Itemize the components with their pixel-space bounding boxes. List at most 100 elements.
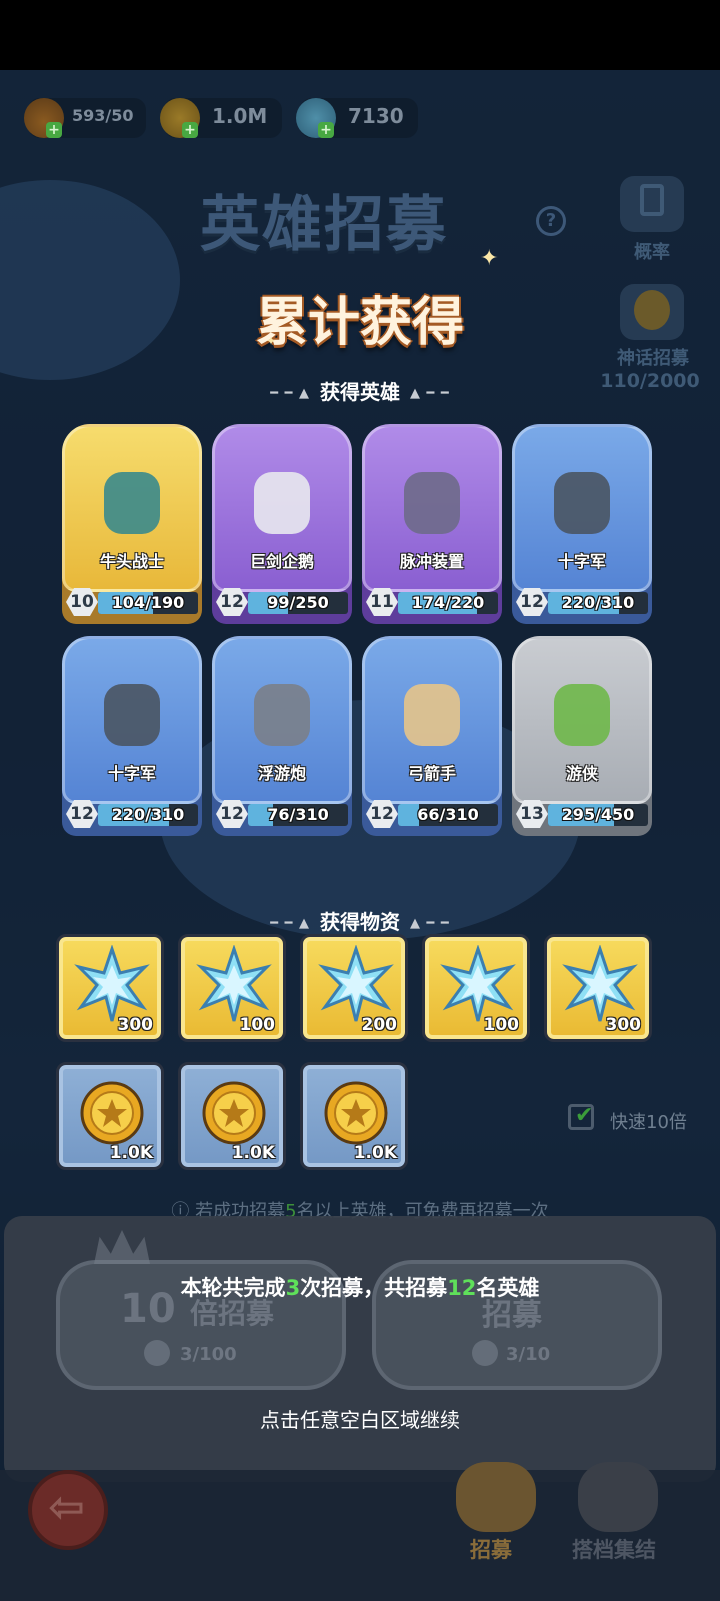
ice-crystal-icon [74,945,150,1022]
hero-name: 巨剑企鹅 [249,552,314,571]
gather-nav-icon [578,1462,658,1532]
page-title: 英雄招募 [200,190,448,260]
back-button[interactable]: ⇦ [28,1470,108,1550]
minotaur-warrior-icon [104,472,160,534]
items-section-header: ━ ━ ▲ 获得物资 ▲ ━ ━ [0,906,720,935]
gold-coin-icon [202,1081,266,1145]
hero-card[interactable]: 脉冲装置 174/220 11 [362,424,502,624]
reward-item[interactable]: 1.0K [300,1062,408,1170]
hero-progress-text: 66/310 [417,805,479,824]
hero-progress-text: 174/220 [411,593,485,612]
reward-item[interactable]: 100 [422,934,530,1042]
heroes-section-header: ━ ━ ▲ 获得英雄 ▲ ━ ━ [0,376,720,405]
add-crystal-button[interactable]: + [318,122,334,138]
document-icon [640,184,664,216]
item-quantity: 1.0K [231,1143,275,1163]
crown-icon [94,1230,150,1264]
floating-cannon-icon [254,684,310,746]
accumulated-title: 累计获得 [255,293,464,353]
hero-card[interactable]: 十字军 220/310 12 [62,636,202,836]
hero-name: 浮游炮 [257,764,306,783]
hero-name: 弓箭手 [407,764,456,783]
hero-progress-text: 220/310 [561,593,635,612]
hero-progress-text: 220/310 [111,805,185,824]
item-quantity: 100 [239,1015,276,1035]
crusader-knight-icon [104,684,160,746]
recruit-nav-icon [456,1462,536,1532]
sword-penguin-icon [254,472,310,534]
hero-card[interactable]: 十字军 220/310 12 [512,424,652,624]
crusader-knight-icon [554,472,610,534]
item-quantity: 300 [605,1015,642,1035]
ranger-icon [554,684,610,746]
energy-value: 593/50 [72,106,134,125]
reward-item[interactable]: 1.0K [56,1062,164,1170]
hero-card[interactable]: 游侠 295/450 13 [512,636,652,836]
section-deco-right: ▲ ━ ━ [410,916,450,931]
hero-name: 牛头战士 [99,552,164,571]
hero-name: 脉冲装置 [399,552,464,571]
key-icon [472,1340,498,1366]
summary-post: 名英雄 [476,1276,540,1300]
item-quantity: 1.0K [109,1143,153,1163]
hero-card[interactable]: 巨剑企鹅 99/250 12 [212,424,352,624]
item-quantity: 200 [361,1015,398,1035]
reward-item[interactable]: 200 [300,934,408,1042]
item-quantity: 1.0K [353,1143,397,1163]
item-quantity: 100 [483,1015,520,1035]
reward-item[interactable]: 300 [544,934,652,1042]
item-quantity: 300 [117,1015,154,1035]
summary-panel[interactable]: 10 倍招募 3/100 招募 3/10 [4,1216,716,1482]
back-arrow-icon: ⇦ [48,1482,85,1533]
ice-crystal-icon [440,945,516,1022]
hero-name: 游侠 [565,764,598,783]
sparkle-icon: ✦ [480,246,499,271]
nav-recruit[interactable]: 招募 [470,1534,512,1564]
ice-crystal-icon [562,945,638,1022]
ice-crystal-icon [196,945,272,1022]
reward-item[interactable]: 1.0K [178,1062,286,1170]
summary-mid: 次招募，共招募 [300,1276,448,1300]
archer-icon [404,684,460,746]
hero-progress-text: 104/190 [111,593,185,612]
add-gold-button[interactable]: + [182,122,198,138]
recruit-10x-cost: 3/100 [180,1344,237,1365]
ice-crystal-icon [318,945,394,1022]
add-energy-button[interactable]: + [46,122,62,138]
hero-progress-text: 76/310 [267,805,329,824]
fast-10x-label: 快速10倍 [610,1112,687,1133]
hero-card[interactable]: 浮游炮 76/310 12 [212,636,352,836]
hero-name: 十字军 [107,764,156,783]
nav-gather[interactable]: 搭档集结 [572,1534,656,1564]
hero-card[interactable]: 弓箭手 66/310 12 [362,636,502,836]
fast-10x-checkbox[interactable]: ✔ [568,1103,594,1130]
hero-progress-text: 295/450 [561,805,635,824]
continue-hint: 点击任意空白区域继续 [260,1408,460,1432]
summary-pre: 本轮共完成 [180,1276,286,1300]
crystal-counter[interactable]: + 7130 [296,98,418,138]
recruit-1x-cost: 3/10 [506,1344,551,1365]
section-deco-left: ━ ━ ▲ [270,916,310,931]
section-deco-right: ▲ ━ ━ [410,386,450,401]
screen: { "resources": [ {"icon": "energy-flame-… [0,0,720,1601]
help-button[interactable]: ? [536,206,566,236]
rate-button[interactable] [620,176,684,232]
reward-item[interactable]: 100 [178,934,286,1042]
rate-label: 概率 [634,242,670,263]
heroes-section-title: 获得英雄 [320,380,400,404]
gold-coin-icon [324,1081,388,1145]
hero-name: 十字军 [557,552,606,571]
checkmark-icon: ✔ [575,1103,594,1128]
crystal-value: 7130 [348,104,404,128]
hero-progress-text: 99/250 [267,593,329,612]
pulse-device-icon [404,472,460,534]
section-deco-left: ━ ━ ▲ [270,386,310,401]
reward-item[interactable]: 300 [56,934,164,1042]
hero-card[interactable]: 牛头战士 104/190 10 [62,424,202,624]
items-section-title: 获得物资 [320,910,400,934]
summary-recruit-count: 3 [285,1276,301,1300]
summary-hero-count: 12 [447,1276,477,1300]
gold-counter[interactable]: + 1.0M [160,98,282,138]
key-icon [144,1340,170,1366]
energy-counter[interactable]: + 593/50 [24,98,146,138]
